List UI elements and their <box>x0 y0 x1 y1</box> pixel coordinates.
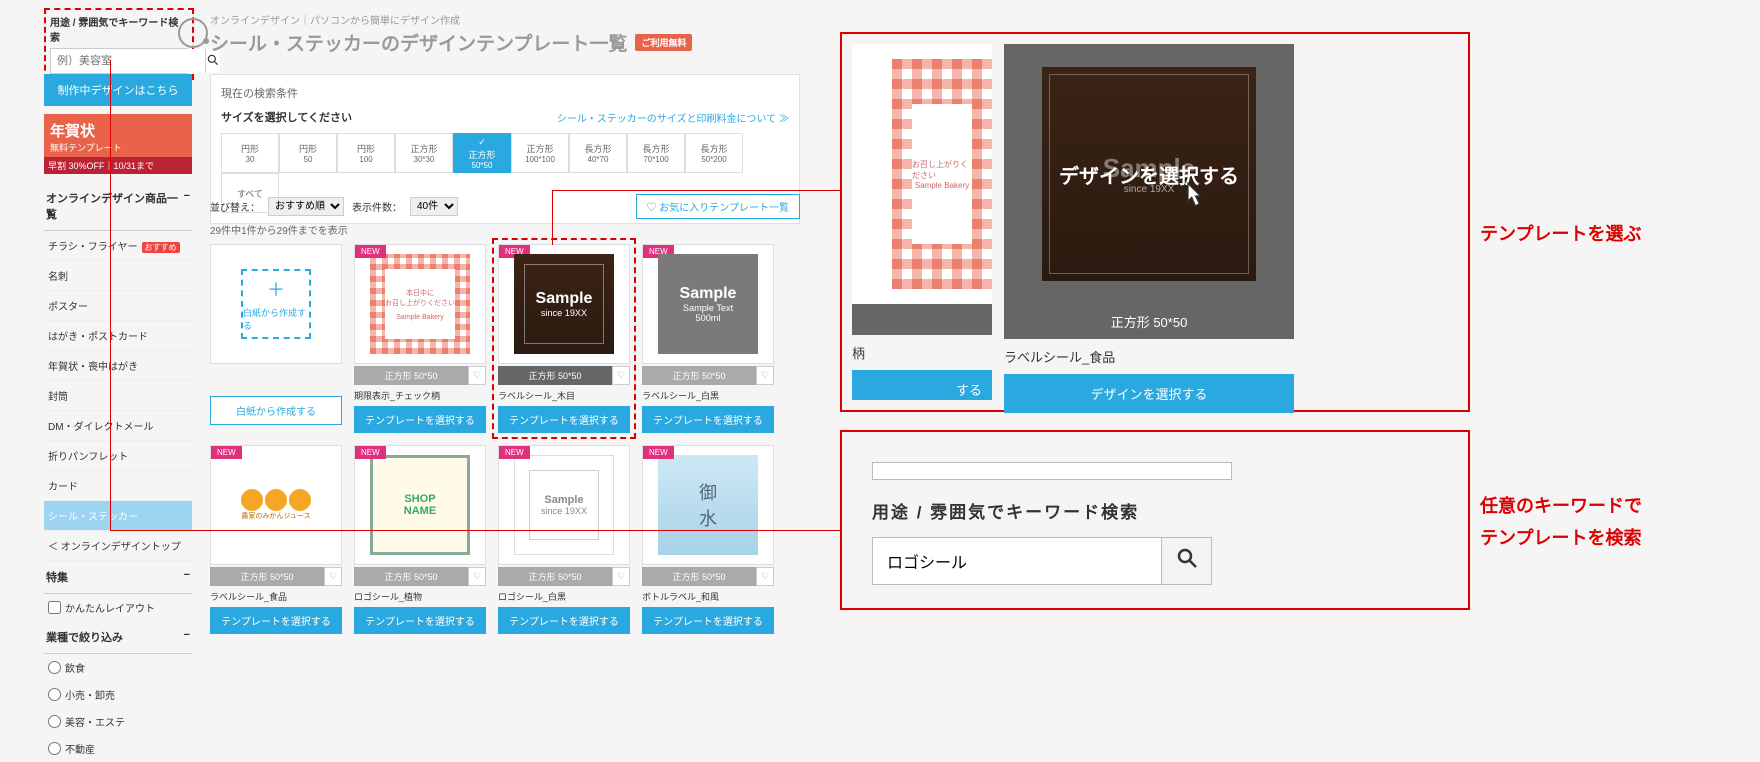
section-products: オンラインデザイン商品一覧− <box>44 182 192 231</box>
sidebar: 制作中デザインはこちら 年賀状 無料テンプレート 早割 30%OFF｜10/31… <box>44 74 192 762</box>
template-grid: ＋白紙から作成する 白紙から作成する NEW 本日中にお召し上がりくださいSam… <box>210 244 810 634</box>
card-blank: ＋白紙から作成する 白紙から作成する <box>210 244 342 433</box>
nav-flyer[interactable]: チラシ・フライヤーおすすめ <box>44 231 192 261</box>
thumb-check[interactable]: 本日中にお召し上がりくださいSample Bakery <box>370 254 470 354</box>
industry-food[interactable]: 飲食 <box>44 654 192 681</box>
promo-banner[interactable]: 年賀状 無料テンプレート 早割 30%OFF｜10/31まで <box>44 114 192 174</box>
blank-create-button[interactable]: 白紙から作成する <box>210 396 342 425</box>
nav-sticker[interactable]: シール・ステッカー <box>44 501 192 531</box>
size-rect-50-200[interactable]: 長方形50*200 <box>685 133 743 173</box>
connector <box>110 60 111 530</box>
card-logo-bw: NEW Samplesince 19XX 正方形 50*50♡ ロゴシール_白黒… <box>498 445 630 634</box>
search-icon <box>1175 546 1199 570</box>
nav-poster[interactable]: ポスター <box>44 291 192 321</box>
sort-bar: 並び替え： おすすめ順 表示件数： 40件 ♡ お気に入りテンプレート一覧 <box>210 194 800 219</box>
connector <box>552 190 840 191</box>
size-circle-100[interactable]: 円形100 <box>337 133 395 173</box>
keyword-search-box: 用途 / 雰囲気でキーワード検索 <box>44 8 194 80</box>
nav-postcard[interactable]: はがき・ポストカード <box>44 321 192 351</box>
fav-button[interactable]: ♡ <box>324 567 342 586</box>
page-header: オンラインデザイン｜パソコンから簡単にデザイン作成 シール・ステッカーのデザイン… <box>210 12 692 56</box>
size-square-100[interactable]: 正方形100*100 <box>511 133 569 173</box>
fav-button[interactable]: ♡ <box>468 567 486 586</box>
thumb-gray[interactable]: SampleSample Text500ml <box>658 254 758 354</box>
fav-button[interactable]: ♡ <box>468 366 486 385</box>
card-wood: NEW Samplesince 19XX 正方形 50*50♡ ラベルシール_木… <box>498 244 630 433</box>
nav-meishi[interactable]: 名刺 <box>44 261 192 291</box>
card-bw: NEW SampleSample Text500ml 正方形 50*50♡ ラベ… <box>642 244 774 433</box>
feature-easy-layout[interactable]: かんたんレイアウト <box>44 594 192 621</box>
blank-field <box>872 462 1232 480</box>
size-circle-30[interactable]: 円形30 <box>221 133 279 173</box>
search-label: 用途 / 雰囲気でキーワード検索 <box>50 14 188 44</box>
thumb-white[interactable]: Samplesince 19XX <box>514 455 614 555</box>
select-template-button[interactable]: テンプレートを選択する <box>642 406 774 433</box>
industry-beauty[interactable]: 美容・エステ <box>44 708 192 735</box>
nav-card[interactable]: カード <box>44 471 192 501</box>
big-select-button[interactable]: デザインを選択する <box>1004 374 1294 413</box>
fav-button[interactable]: ♡ <box>612 366 630 385</box>
annotation-keyword-search: 用途 / 雰囲気でキーワード検索 <box>840 430 1470 610</box>
annotation-label-2: 任意のキーワードで テンプレートを検索 <box>1480 490 1642 555</box>
size-circle-50[interactable]: 円形50 <box>279 133 337 173</box>
big-search-input[interactable] <box>873 538 1161 584</box>
section-feature: 特集− <box>44 561 192 594</box>
fav-button[interactable]: ♡ <box>756 567 774 586</box>
result-count: 29件中1件から29件までを表示 <box>210 222 348 237</box>
nav-dm[interactable]: DM・ダイレクトメール <box>44 411 192 441</box>
big-thumb-wood[interactable]: Samplesince 19XX デザインを選択する <box>1024 49 1274 299</box>
size-rect-70-100[interactable]: 長方形70*100 <box>627 133 685 173</box>
industry-retail[interactable]: 小売・卸売 <box>44 681 192 708</box>
annotation-label-1: テンプレートを選ぶ <box>1480 220 1641 246</box>
select-template-button[interactable]: テンプレートを選択する <box>354 607 486 634</box>
annotation-template-select: お召し上がりくださいSample Bakery 柄 する Samplesince… <box>840 32 1470 412</box>
nav-pamphlet[interactable]: 折りパンフレット <box>44 441 192 471</box>
nav-envelope[interactable]: 封筒 <box>44 381 192 411</box>
perpage-select[interactable]: 40件 <box>410 197 458 216</box>
free-badge: ご利用無料 <box>635 34 692 51</box>
connector <box>552 190 553 245</box>
size-rect-40-70[interactable]: 長方形40*70 <box>569 133 627 173</box>
card-check: NEW 本日中にお召し上がりくださいSample Bakery 正方形 50*5… <box>354 244 486 433</box>
category-nav: チラシ・フライヤーおすすめ 名刺 ポスター はがき・ポストカード 年賀状・喪中は… <box>44 231 192 531</box>
thumb-orange[interactable]: 農家のみかんジュース <box>226 455 326 555</box>
my-designs-button[interactable]: 制作中デザインはこちら <box>44 74 192 106</box>
thumb-leaf[interactable]: SHOPNAME <box>370 455 470 555</box>
size-square-30[interactable]: 正方形30*30 <box>395 133 453 173</box>
page-title: シール・ステッカーのデザインテンプレート一覧 ご利用無料 <box>210 29 692 56</box>
section-industry: 業種で絞り込み− <box>44 621 192 654</box>
blank-thumb[interactable]: ＋白紙から作成する <box>241 269 311 339</box>
card-bottle: NEW 御水 正方形 50*50♡ ボトルラベル_和風 テンプレートを選択する <box>642 445 774 634</box>
size-square-50[interactable]: ✓正方形50*50 <box>453 133 511 173</box>
thumb-wood[interactable]: Samplesince 19XX <box>514 254 614 354</box>
breadcrumb: オンラインデザイン｜パソコンから簡単にデザイン作成 <box>210 12 692 27</box>
card-food: NEW 農家のみかんジュース 正方形 50*50♡ ラベルシール_食品 テンプレ… <box>210 445 342 634</box>
cursor-icon <box>1180 181 1206 211</box>
industry-estate[interactable]: 不動産 <box>44 735 192 762</box>
fav-button[interactable]: ♡ <box>756 366 774 385</box>
size-price-link[interactable]: シール・ステッカーのサイズと印刷料金について ≫ <box>557 110 789 125</box>
select-template-button[interactable]: テンプレートを選択する <box>498 607 630 634</box>
select-template-button[interactable]: テンプレートを選択する <box>642 607 774 634</box>
sort-select[interactable]: おすすめ順 <box>268 197 344 216</box>
logo-icon <box>178 18 208 48</box>
select-template-button[interactable]: テンプレートを選択する <box>210 607 342 634</box>
big-search-button[interactable] <box>1161 538 1211 584</box>
card-plant: NEW SHOPNAME 正方形 50*50♡ ロゴシール_植物 テンプレートを… <box>354 445 486 634</box>
connector <box>110 530 840 531</box>
search-input[interactable] <box>51 49 205 73</box>
thumb-blue[interactable]: 御水 <box>658 455 758 555</box>
nav-back-top[interactable]: ＜ オンラインデザイントップ <box>44 531 192 561</box>
select-template-button[interactable]: テンプレートを選択する <box>498 406 630 433</box>
nav-nenga[interactable]: 年賀状・喪中はがき <box>44 351 192 381</box>
select-template-button[interactable]: テンプレートを選択する <box>354 406 486 433</box>
fav-button[interactable]: ♡ <box>612 567 630 586</box>
favorites-link[interactable]: ♡ お気に入りテンプレート一覧 <box>636 194 800 219</box>
